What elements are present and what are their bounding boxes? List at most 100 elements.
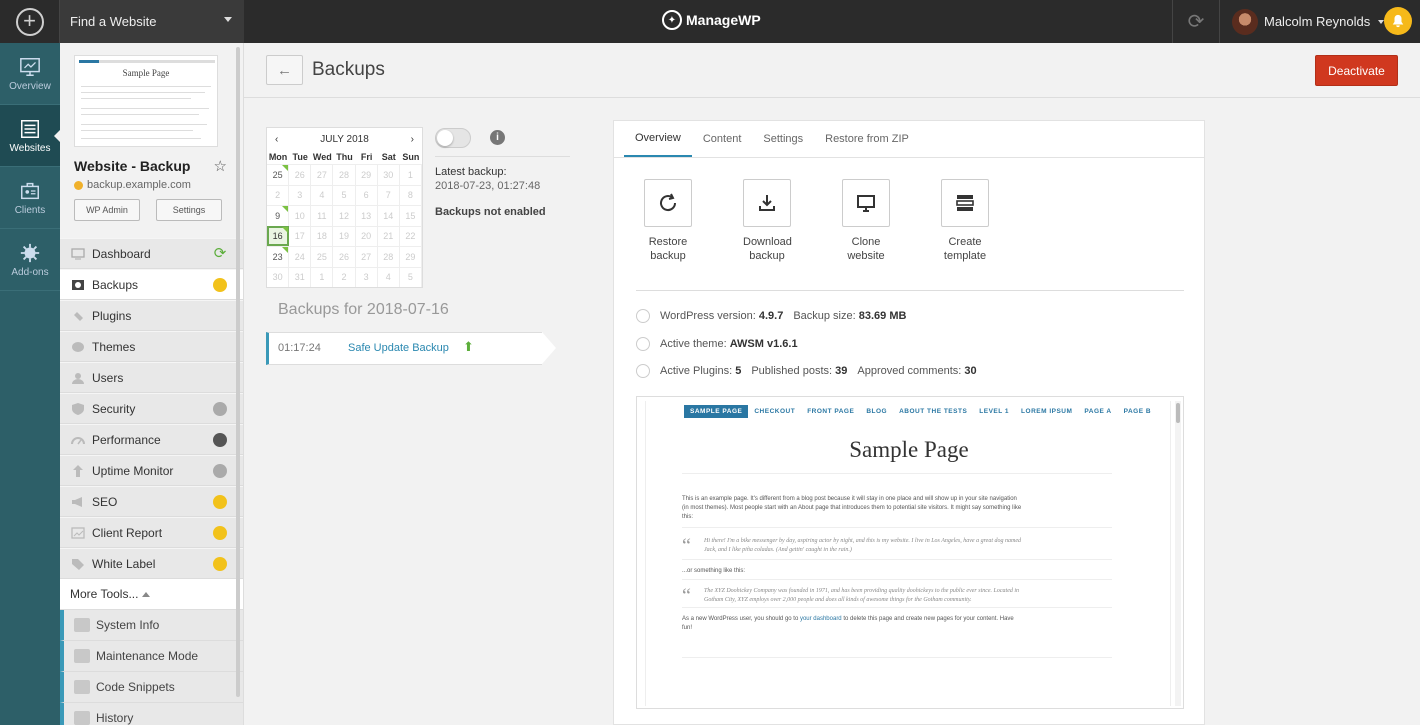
calendar-day[interactable]: 8 [399, 184, 422, 205]
tab-restore-from-zip[interactable]: Restore from ZIP [814, 121, 920, 157]
calendar-day[interactable]: 13 [355, 205, 378, 226]
preview-nav-item[interactable]: PAGE A [1078, 405, 1117, 418]
calendar-day[interactable]: 21 [377, 225, 400, 246]
clone-website-button[interactable]: Clone website [842, 179, 890, 263]
calendar-day[interactable]: 5 [333, 184, 356, 205]
calendar-day[interactable]: 30 [377, 164, 400, 185]
more-tools-toggle[interactable]: More Tools... [60, 579, 243, 610]
info-icon[interactable]: i [490, 130, 505, 145]
calendar-day[interactable]: 3 [355, 266, 378, 287]
calendar-day[interactable]: 16 [267, 225, 290, 246]
calendar-day[interactable]: 3 [289, 184, 312, 205]
create-template-button[interactable]: Create template [941, 179, 989, 263]
download-backup-button[interactable]: Download backup [743, 179, 792, 263]
menu-code-snippets[interactable]: Code Snippets [60, 672, 243, 703]
calendar-day[interactable]: 28 [333, 164, 356, 185]
gear-icon[interactable] [213, 557, 227, 571]
gear-icon[interactable] [213, 495, 227, 509]
favorite-star-icon[interactable]: ☆ [214, 157, 227, 175]
calendar-day[interactable]: 28 [377, 246, 400, 267]
calendar-day[interactable]: 4 [311, 184, 334, 205]
calendar-day[interactable]: 22 [399, 225, 422, 246]
menu-client-report[interactable]: Client Report [60, 517, 243, 548]
menu-themes[interactable]: Themes [60, 331, 243, 362]
calendar-day[interactable]: 24 [289, 246, 312, 267]
site-preview[interactable]: SAMPLE PAGE CHECKOUT FRONT PAGE BLOG ABOUT T… [636, 396, 1184, 709]
menu-plugins[interactable]: Plugins [60, 300, 243, 331]
tab-content[interactable]: Content [692, 121, 753, 157]
menu-security[interactable]: Security [60, 393, 243, 424]
gear-icon[interactable] [213, 278, 227, 292]
calendar-day[interactable]: 29 [399, 246, 422, 267]
sync-button[interactable]: ⟳ [1172, 0, 1220, 43]
calendar-day[interactable]: 23 [267, 246, 290, 267]
calendar-day[interactable]: 7 [377, 184, 400, 205]
deactivate-button[interactable]: Deactivate [1315, 55, 1398, 86]
calendar-day[interactable]: 15 [399, 205, 422, 226]
gear-icon[interactable] [213, 464, 227, 478]
calendar-day[interactable]: 4 [377, 266, 400, 287]
user-menu[interactable]: Malcolm Reynolds [1232, 0, 1385, 43]
calendar-day[interactable]: 31 [289, 266, 312, 287]
calendar-day[interactable]: 26 [333, 246, 356, 267]
backup-entry[interactable]: 01:17:24 Safe Update Backup ⬆ [266, 331, 557, 365]
menu-users[interactable]: Users [60, 362, 243, 393]
calendar-day[interactable]: 11 [311, 205, 334, 226]
preview-scrollbar[interactable] [1175, 401, 1181, 706]
calendar-day[interactable]: 2 [267, 184, 290, 205]
nav-websites[interactable]: Websites [0, 105, 61, 167]
calendar-day[interactable]: 26 [289, 164, 312, 185]
site-thumbnail[interactable]: Sample Page [74, 55, 218, 147]
gear-icon[interactable] [213, 526, 227, 540]
preview-nav-item[interactable]: CHECKOUT [748, 405, 801, 418]
calendar-day[interactable]: 1 [399, 164, 422, 185]
back-button[interactable]: ← [266, 55, 303, 85]
calendar-day[interactable]: 19 [333, 225, 356, 246]
site-url[interactable]: backup.example.com [87, 179, 191, 191]
restore-backup-button[interactable]: Restore backup [644, 179, 692, 263]
menu-uptime-monitor[interactable]: Uptime Monitor [60, 455, 243, 486]
calendar-day[interactable]: 20 [355, 225, 378, 246]
calendar-prev-button[interactable]: ‹ [275, 134, 278, 145]
calendar-day[interactable]: 9 [267, 205, 290, 226]
preview-nav-item[interactable]: BLOG [860, 405, 893, 418]
menu-system-info[interactable]: System Info [60, 610, 243, 641]
preview-nav-item[interactable]: PAGE B [1118, 405, 1157, 418]
calendar-day[interactable]: 2 [333, 266, 356, 287]
calendar-next-button[interactable]: › [411, 134, 414, 145]
calendar-day[interactable]: 12 [333, 205, 356, 226]
nav-addons[interactable]: Add-ons [0, 229, 60, 291]
backups-toggle[interactable] [435, 128, 471, 148]
gear-icon[interactable] [213, 433, 227, 447]
preview-nav-item[interactable]: LOREM IPSUM [1015, 405, 1078, 418]
calendar-day[interactable]: 1 [311, 266, 334, 287]
notifications-button[interactable] [1384, 7, 1412, 35]
menu-history[interactable]: History [60, 703, 243, 725]
backup-name[interactable]: Safe Update Backup [348, 342, 449, 354]
site-settings-button[interactable]: Settings [156, 199, 222, 221]
calendar-day[interactable]: 29 [355, 164, 378, 185]
nav-overview[interactable]: Overview [0, 43, 60, 105]
calendar-day[interactable]: 10 [289, 205, 312, 226]
menu-maintenance-mode[interactable]: Maintenance Mode [60, 641, 243, 672]
gear-icon[interactable] [213, 402, 227, 416]
tab-overview[interactable]: Overview [624, 121, 692, 157]
preview-dashboard-link[interactable]: your dashboard [800, 616, 842, 622]
calendar-day[interactable]: 27 [311, 164, 334, 185]
tab-settings[interactable]: Settings [752, 121, 814, 157]
find-website-dropdown[interactable]: Find a Website [60, 0, 244, 43]
calendar-day[interactable]: 27 [355, 246, 378, 267]
managewp-logo[interactable]: ✦ ManageWP [662, 10, 761, 30]
calendar-day[interactable]: 25 [311, 246, 334, 267]
menu-dashboard[interactable]: Dashboard ⟳ [60, 238, 243, 269]
menu-backups[interactable]: Backups [60, 269, 243, 300]
calendar-day[interactable]: 25 [267, 164, 290, 185]
calendar-day[interactable]: 5 [399, 266, 422, 287]
calendar-day[interactable]: 6 [355, 184, 378, 205]
menu-white-label[interactable]: White Label [60, 548, 243, 579]
add-website-button[interactable]: + [0, 0, 60, 43]
sync-icon[interactable]: ⟳ [213, 246, 227, 261]
calendar-day[interactable]: 14 [377, 205, 400, 226]
calendar-day[interactable]: 17 [289, 225, 312, 246]
preview-nav-item[interactable]: LEVEL 1 [973, 405, 1015, 418]
